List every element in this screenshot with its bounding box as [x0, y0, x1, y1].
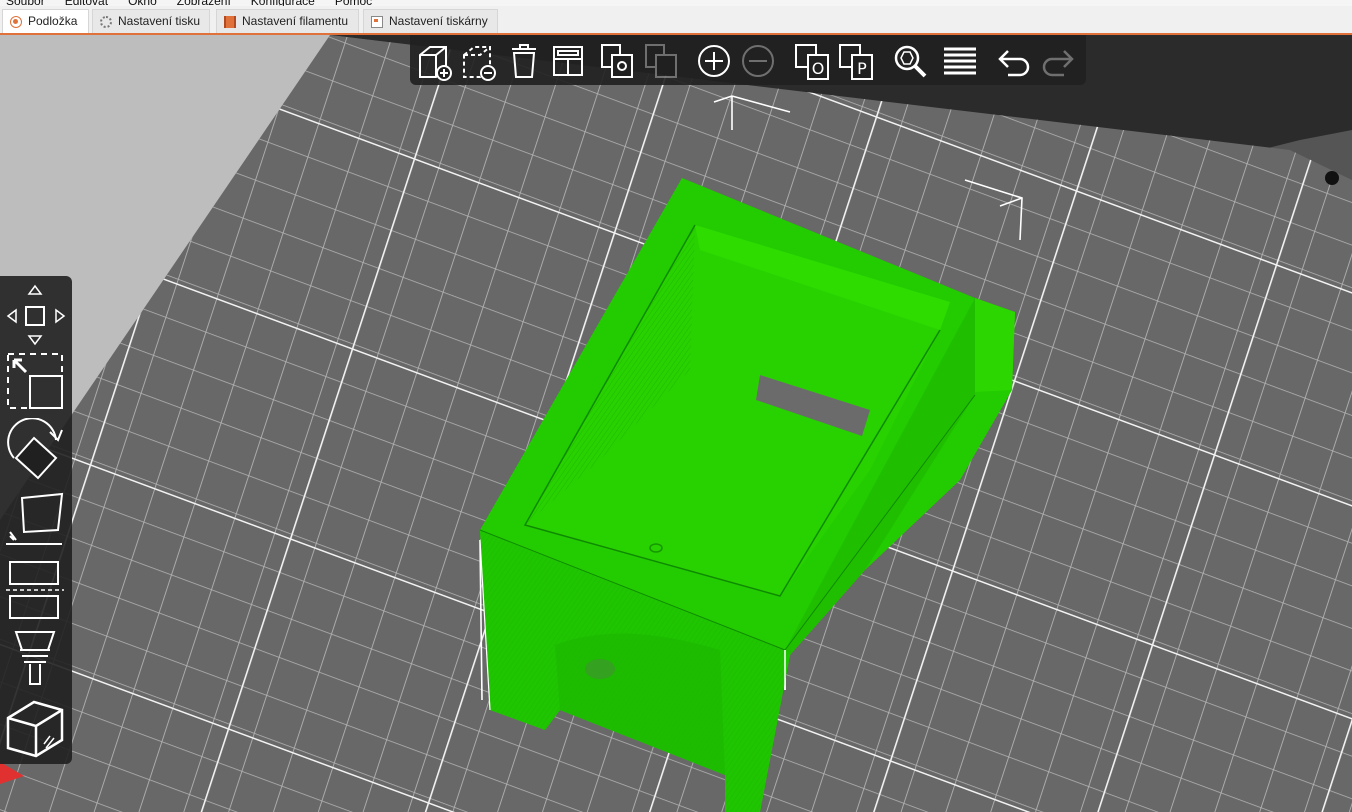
delete-all-button[interactable] — [504, 41, 544, 81]
filament-spool-icon — [224, 16, 236, 28]
split-to-objects-icon: O — [795, 44, 829, 80]
arrange-icon — [553, 46, 583, 76]
tab-filament-settings[interactable]: Nastavení filamentu — [216, 9, 359, 33]
add-object-icon — [419, 46, 452, 81]
undo-button[interactable] — [994, 41, 1034, 81]
copy-icon — [601, 44, 633, 78]
layers-editing-icon — [944, 47, 976, 75]
place-on-face-tool-button[interactable] — [4, 488, 68, 552]
main-toolbar: O P — [410, 35, 1086, 85]
move-tool-button[interactable] — [4, 282, 68, 346]
scene — [0, 35, 1352, 812]
split-to-parts-icon: P — [839, 44, 873, 80]
scale-icon — [7, 353, 63, 409]
add-instance-icon — [698, 45, 730, 77]
printer-icon — [371, 16, 383, 28]
redo-icon — [1042, 50, 1074, 77]
search-icon — [894, 45, 927, 78]
tab-bar: Podložka Nastavení tisku Nastavení filam… — [0, 6, 1352, 35]
copy-button[interactable] — [598, 41, 638, 81]
rotate-icon — [7, 418, 63, 480]
add-object-button[interactable] — [414, 41, 454, 81]
view-cube-icon — [6, 700, 64, 758]
svg-text:P: P — [857, 59, 867, 78]
split-to-parts-button[interactable]: P — [838, 41, 878, 81]
cut-icon — [6, 561, 64, 619]
svg-text:O: O — [812, 59, 825, 78]
tab-printer-settings-label: Nastavení tiskárny — [389, 14, 488, 28]
redo-button[interactable] — [1038, 41, 1078, 81]
tab-plater-label: Podložka — [28, 14, 78, 28]
delete-all-icon — [512, 44, 536, 78]
split-to-objects-button[interactable]: O — [794, 41, 834, 81]
tab-filament-settings-label: Nastavení filamentu — [242, 14, 349, 28]
move-icon — [6, 284, 66, 346]
cut-tool-button[interactable] — [4, 558, 68, 624]
tab-print-settings[interactable]: Nastavení tisku — [92, 9, 210, 33]
remove-instance-icon — [742, 45, 774, 77]
3d-viewport[interactable] — [0, 35, 1352, 812]
undo-icon — [998, 50, 1030, 77]
place-on-face-icon — [6, 492, 64, 545]
delete-object-button[interactable] — [458, 41, 498, 81]
delete-object-icon — [463, 46, 496, 81]
paste-button[interactable] — [642, 41, 682, 81]
scale-tool-button[interactable] — [4, 350, 68, 414]
add-instance-button[interactable] — [694, 41, 734, 81]
paint-support-tool-button[interactable] — [4, 628, 68, 692]
gizmo-toolbar — [0, 276, 72, 764]
view-cube-button[interactable] — [4, 696, 68, 760]
layers-editing-button[interactable] — [940, 41, 980, 81]
paint-support-icon — [14, 631, 56, 685]
plater-icon — [10, 16, 22, 28]
remove-instance-button[interactable] — [738, 41, 778, 81]
tab-printer-settings[interactable]: Nastavení tiskárny — [363, 9, 498, 33]
arrange-button[interactable] — [548, 41, 588, 81]
search-button[interactable] — [890, 41, 930, 81]
tab-plater[interactable]: Podložka — [2, 9, 89, 33]
bed-screw-icon — [1325, 171, 1339, 185]
tab-print-settings-label: Nastavení tisku — [118, 14, 201, 28]
rotate-tool-button[interactable] — [4, 418, 68, 482]
paste-icon — [645, 44, 677, 78]
gear-icon — [100, 16, 112, 28]
